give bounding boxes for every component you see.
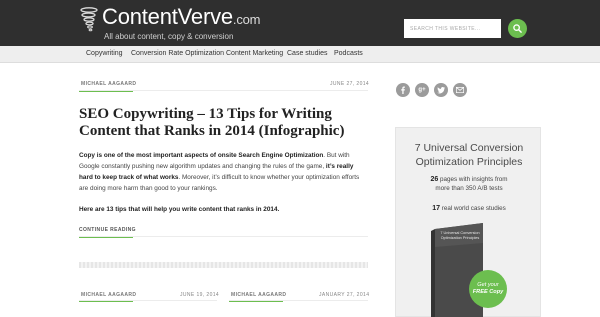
- search-input[interactable]: [404, 19, 501, 38]
- promo-stat-tests: more than 350 A/B tests: [435, 185, 503, 192]
- post-excerpt: Copy is one of the most important aspect…: [79, 152, 360, 192]
- post-title[interactable]: SEO Copywriting – 13 Tips for Writing Co…: [79, 106, 369, 140]
- search-icon: [513, 24, 522, 33]
- meta-divider: [79, 90, 368, 91]
- search-button[interactable]: [508, 19, 527, 38]
- google-plus-icon[interactable]: g+: [415, 83, 429, 97]
- twitter-icon[interactable]: [434, 83, 448, 97]
- nav-item-copywriting[interactable]: Copywriting: [86, 50, 123, 57]
- continue-reading-link[interactable]: CONTINUE READING: [79, 227, 136, 233]
- logo-tagline: All about content, copy & conversion: [104, 32, 234, 41]
- promo-stat-pages: 26 pages with insights from: [430, 176, 508, 183]
- meta-divider: [79, 300, 217, 301]
- post-divider: [79, 236, 368, 237]
- free-copy-badge[interactable]: Get your FREE Copy: [469, 270, 507, 308]
- post-date: JUNE 27, 2014: [330, 81, 370, 87]
- site-logo[interactable]: ContentVerve.com All about content, copy…: [80, 6, 260, 41]
- nav-item-content-marketing[interactable]: Content Marketing: [226, 50, 283, 57]
- site-header: ContentVerve.com All about content, copy…: [0, 0, 600, 46]
- post-author[interactable]: MICHAEL AAGAARD: [81, 81, 136, 87]
- main-nav: Copywriting Conversion Rate Optimization…: [0, 46, 600, 63]
- post-date: JANUARY 27, 2014: [319, 292, 370, 298]
- post-author[interactable]: MICHAEL AAGAARD: [231, 292, 286, 298]
- post-date: JUNE 19, 2014: [180, 292, 220, 298]
- promo-title: 7 Universal Conversion Optimization Prin…: [414, 142, 524, 168]
- facebook-icon[interactable]: [396, 83, 410, 97]
- ebook-promo[interactable]: 7 Universal Conversion Optimization Prin…: [395, 127, 541, 317]
- post-author[interactable]: MICHAEL AAGAARD: [81, 292, 136, 298]
- nav-item-cro[interactable]: Conversion Rate Optimization: [131, 50, 224, 57]
- tornado-logo-icon: [80, 6, 98, 34]
- nav-item-podcasts[interactable]: Podcasts: [334, 50, 363, 57]
- nav-item-case-studies[interactable]: Case studies: [287, 50, 327, 57]
- post-intro-line: Here are 13 tips that will help you writ…: [79, 206, 280, 213]
- ebook-cover-title: 7 Universal Conversion Optimization Prin…: [440, 231, 480, 240]
- promo-stat-case-studies: 17 real world case studies: [432, 205, 506, 212]
- post-separator: [79, 262, 368, 268]
- email-icon[interactable]: [453, 83, 467, 97]
- meta-divider: [229, 300, 368, 301]
- logo-wordmark: ContentVerve.com: [102, 4, 261, 29]
